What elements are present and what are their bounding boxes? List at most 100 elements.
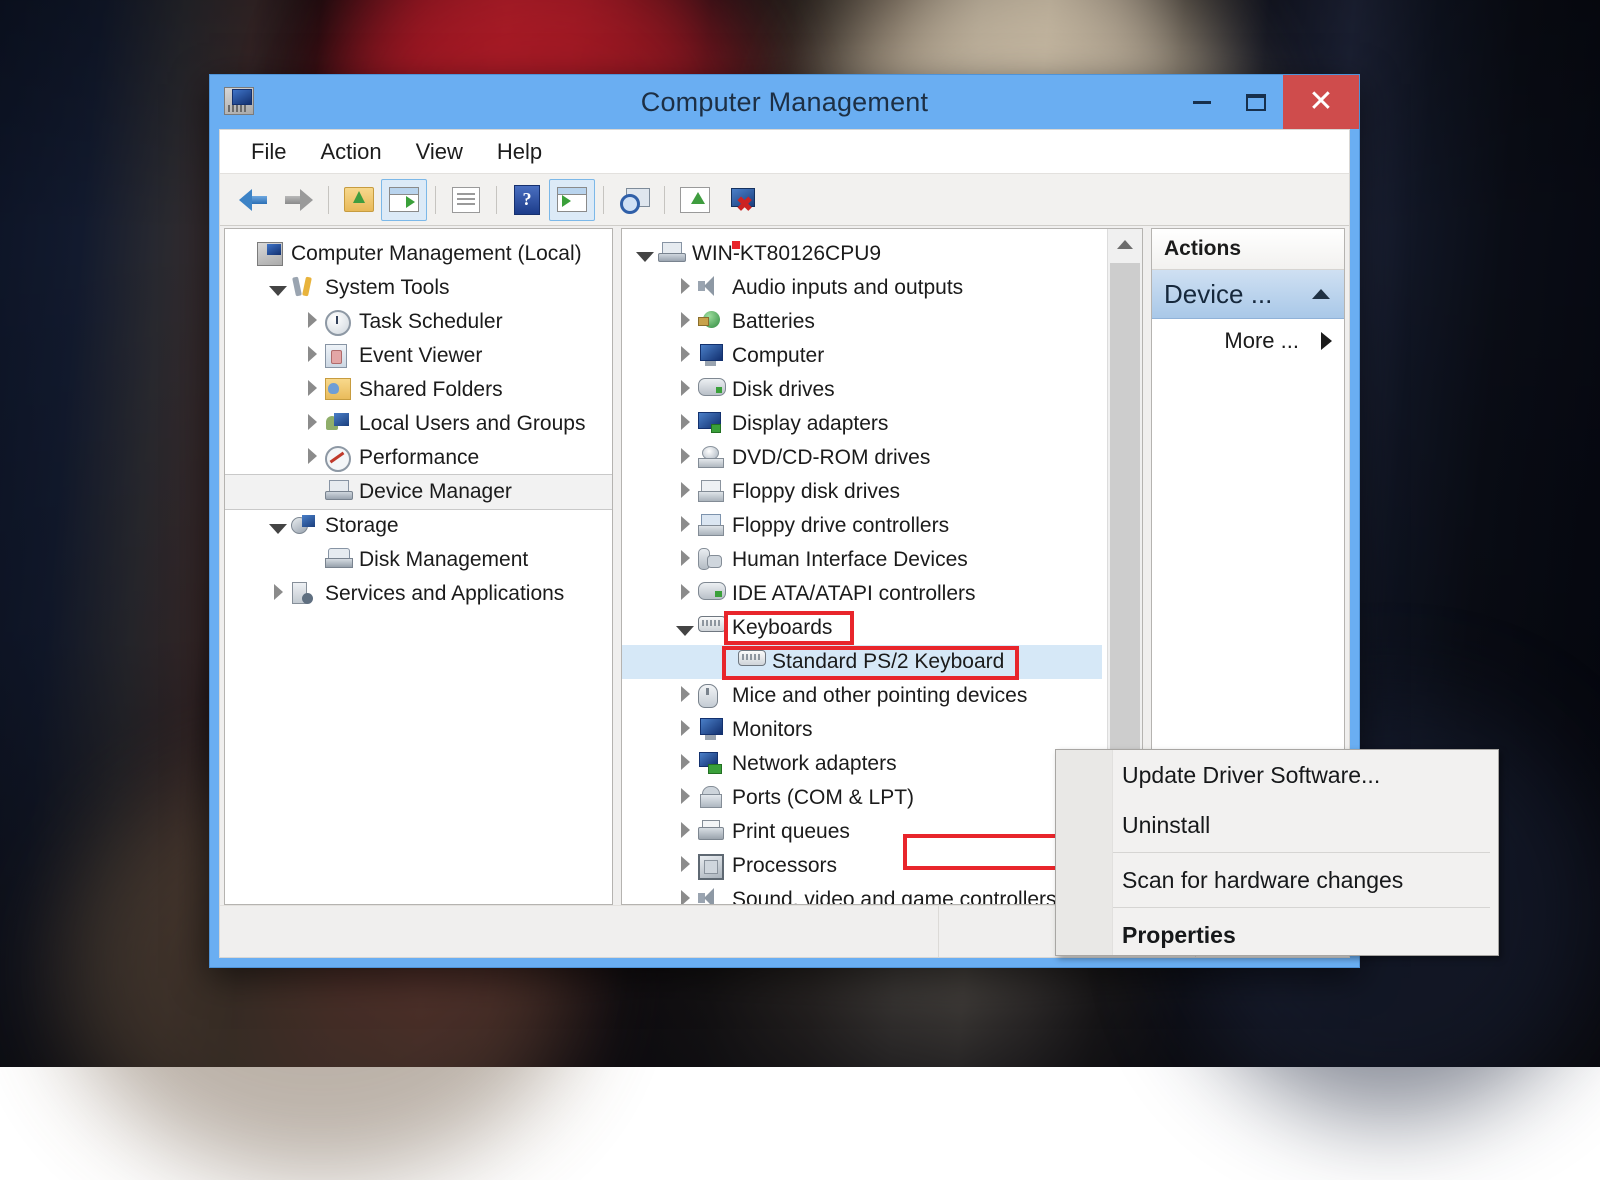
clock-icon xyxy=(325,310,351,334)
close-button[interactable]: ✕ xyxy=(1283,75,1359,129)
context-menu-item[interactable]: Properties xyxy=(1056,910,1498,960)
chevron-down-icon[interactable] xyxy=(672,616,698,640)
tree-item[interactable]: Device Manager xyxy=(225,475,612,509)
network-adapter-icon xyxy=(698,752,724,776)
chevron-right-icon[interactable] xyxy=(672,412,698,436)
chevron-down-icon[interactable] xyxy=(632,242,658,266)
forward-icon[interactable] xyxy=(276,180,320,220)
title-bar[interactable]: Computer Management ✕ xyxy=(210,75,1359,129)
tree-item[interactable]: WIN-KT80126CPU9 xyxy=(622,237,1102,271)
tree-item[interactable]: Ports (COM & LPT) xyxy=(622,781,1102,815)
menu-bar: File Action View Help xyxy=(220,130,1349,174)
tree-item[interactable]: Services and Applications xyxy=(225,577,612,611)
hid-icon xyxy=(698,548,724,572)
device-manager-icon xyxy=(325,480,351,504)
chevron-right-icon[interactable] xyxy=(672,310,698,334)
users-icon xyxy=(325,412,351,436)
tree-item[interactable]: Computer xyxy=(622,339,1102,373)
maximize-button[interactable] xyxy=(1229,75,1283,129)
tree-item[interactable]: Monitors xyxy=(622,713,1102,747)
properties-icon[interactable] xyxy=(444,180,488,220)
chevron-right-icon[interactable] xyxy=(299,412,325,436)
tree-item[interactable]: Performance xyxy=(225,441,612,475)
menu-action[interactable]: Action xyxy=(303,135,398,169)
tree-item[interactable]: DVD/CD-ROM drives xyxy=(622,441,1102,475)
up-one-level-icon[interactable] xyxy=(337,180,381,220)
tree-item[interactable]: Floppy disk drives xyxy=(622,475,1102,509)
chevron-right-icon[interactable] xyxy=(672,888,698,905)
back-icon[interactable] xyxy=(232,180,276,220)
chevron-down-icon[interactable] xyxy=(265,276,291,300)
chevron-right-icon[interactable] xyxy=(299,310,325,334)
tree-item[interactable]: Standard PS/2 Keyboard xyxy=(622,645,1102,679)
context-menu[interactable]: Update Driver Software...UninstallScan f… xyxy=(1055,749,1499,956)
menu-file[interactable]: File xyxy=(234,135,303,169)
tree-item[interactable]: Display adapters xyxy=(622,407,1102,441)
chevron-right-icon[interactable] xyxy=(299,446,325,470)
tree-item[interactable]: Human Interface Devices xyxy=(622,543,1102,577)
chevron-right-icon[interactable] xyxy=(672,752,698,776)
tree-item[interactable]: Mice and other pointing devices xyxy=(622,679,1102,713)
context-menu-item[interactable]: Update Driver Software... xyxy=(1056,750,1498,800)
menu-help[interactable]: Help xyxy=(480,135,559,169)
update-driver-icon[interactable] xyxy=(673,180,717,220)
tree-item[interactable]: Floppy drive controllers xyxy=(622,509,1102,543)
show-hide-console-tree-icon[interactable] xyxy=(381,179,427,221)
tree-item[interactable]: Computer Management (Local) xyxy=(225,237,612,271)
chevron-right-icon[interactable] xyxy=(672,786,698,810)
actions-more-item[interactable]: More ... xyxy=(1152,319,1344,363)
tree-item[interactable]: Disk drives xyxy=(622,373,1102,407)
tree-item[interactable]: Sound, video and game controllers xyxy=(622,883,1102,905)
chevron-right-icon[interactable] xyxy=(672,854,698,878)
show-hide-action-pane-icon[interactable] xyxy=(549,179,595,221)
console-tree-pane[interactable]: Computer Management (Local)System ToolsT… xyxy=(224,228,613,905)
menu-view[interactable]: View xyxy=(399,135,480,169)
chevron-right-icon[interactable] xyxy=(672,684,698,708)
tree-item[interactable]: IDE ATA/ATAPI controllers xyxy=(622,577,1102,611)
toolbar: ? ✖ xyxy=(220,174,1349,226)
chevron-right-icon[interactable] xyxy=(672,514,698,538)
minimize-button[interactable] xyxy=(1175,75,1229,129)
chevron-right-icon[interactable] xyxy=(299,378,325,402)
chevron-up-icon[interactable] xyxy=(1312,289,1330,299)
tree-item[interactable]: Print queues xyxy=(622,815,1102,849)
uninstall-device-icon[interactable]: ✖ xyxy=(717,180,761,220)
tree-item[interactable]: Network adapters xyxy=(622,747,1102,781)
chevron-right-icon[interactable] xyxy=(672,820,698,844)
toolbar-separator xyxy=(328,186,329,214)
tree-item-label: Batteries xyxy=(732,305,815,339)
tree-item[interactable]: Shared Folders xyxy=(225,373,612,407)
tree-item[interactable]: Disk Management xyxy=(225,543,612,577)
tree-item[interactable]: Keyboards xyxy=(622,611,1102,645)
chevron-down-icon[interactable] xyxy=(265,514,291,538)
chevron-right-icon[interactable] xyxy=(672,480,698,504)
chevron-right-icon[interactable] xyxy=(672,446,698,470)
help-icon[interactable]: ? xyxy=(505,180,549,220)
tree-item[interactable]: Processors xyxy=(622,849,1102,883)
tree-item-label: Standard PS/2 Keyboard xyxy=(772,645,1004,679)
scan-for-hardware-changes-icon[interactable] xyxy=(612,180,656,220)
tree-item[interactable]: System Tools xyxy=(225,271,612,305)
scroll-up-icon[interactable] xyxy=(1108,229,1142,259)
tree-item-label: Mice and other pointing devices xyxy=(732,679,1027,713)
tree-item[interactable]: Storage xyxy=(225,509,612,543)
tree-item[interactable]: Event Viewer xyxy=(225,339,612,373)
context-menu-item[interactable]: Uninstall xyxy=(1056,800,1498,850)
chevron-right-icon[interactable] xyxy=(672,344,698,368)
shared-folder-icon xyxy=(325,378,351,402)
chevron-right-icon[interactable] xyxy=(265,582,291,606)
performance-icon xyxy=(325,446,351,470)
tree-item[interactable]: Local Users and Groups xyxy=(225,407,612,441)
storage-icon xyxy=(291,514,317,538)
actions-group-device[interactable]: Device ... xyxy=(1152,270,1344,319)
chevron-right-icon[interactable] xyxy=(299,344,325,368)
context-menu-item[interactable]: Scan for hardware changes xyxy=(1056,855,1498,905)
chevron-right-icon[interactable] xyxy=(672,582,698,606)
tree-item[interactable]: Batteries xyxy=(622,305,1102,339)
chevron-right-icon[interactable] xyxy=(672,276,698,300)
chevron-right-icon[interactable] xyxy=(672,378,698,402)
tree-item[interactable]: Task Scheduler xyxy=(225,305,612,339)
chevron-right-icon[interactable] xyxy=(672,718,698,742)
tree-item[interactable]: Audio inputs and outputs xyxy=(622,271,1102,305)
chevron-right-icon[interactable] xyxy=(672,548,698,572)
